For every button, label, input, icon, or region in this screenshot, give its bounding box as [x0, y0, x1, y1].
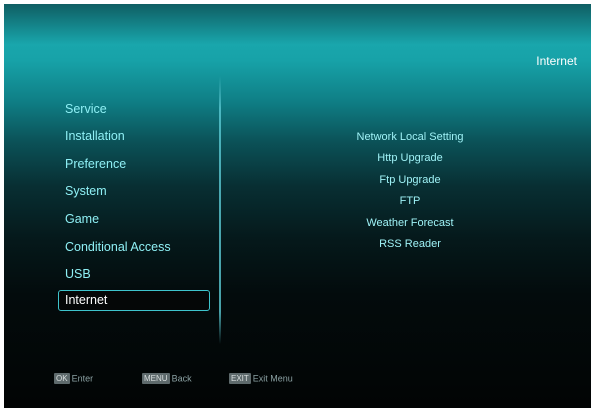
menu-item-internet[interactable]: Internet [58, 290, 210, 311]
page-title: Internet [536, 54, 577, 68]
menu-item-preference[interactable]: Preference [65, 155, 126, 173]
menu-item-conditional-access[interactable]: Conditional Access [65, 238, 171, 256]
footer-ok-hint: OK Enter [54, 372, 93, 385]
menu-item-system[interactable]: System [65, 182, 107, 200]
submenu-item-http-upgrade[interactable]: Http Upgrade [320, 151, 500, 165]
menu-item-installation[interactable]: Installation [65, 127, 125, 145]
submenu-item-ftp[interactable]: FTP [320, 194, 500, 208]
footer-menu-hint: MENU Back [142, 372, 192, 385]
submenu-item-network-local-setting[interactable]: Network Local Setting [320, 130, 500, 144]
menu-divider [219, 76, 221, 344]
submenu-item-ftp-upgrade[interactable]: Ftp Upgrade [320, 173, 500, 187]
footer-exit-hint: EXIT Exit Menu [229, 372, 293, 385]
tv-menu-screen: Internet Service Installation Preference… [4, 4, 591, 408]
ok-key-icon: OK [54, 373, 70, 385]
menu-hint-label: Back [171, 373, 192, 384]
ok-hint-label: Enter [71, 373, 94, 384]
menu-key-icon: MENU [142, 373, 170, 385]
exit-key-icon: EXIT [229, 373, 251, 385]
menu-item-game[interactable]: Game [65, 210, 99, 228]
submenu-item-weather-forecast[interactable]: Weather Forecast [320, 216, 500, 230]
exit-hint-label: Exit Menu [252, 373, 293, 384]
menu-item-service[interactable]: Service [65, 100, 107, 118]
menu-item-usb[interactable]: USB [65, 265, 91, 283]
submenu-item-rss-reader[interactable]: RSS Reader [320, 237, 500, 251]
